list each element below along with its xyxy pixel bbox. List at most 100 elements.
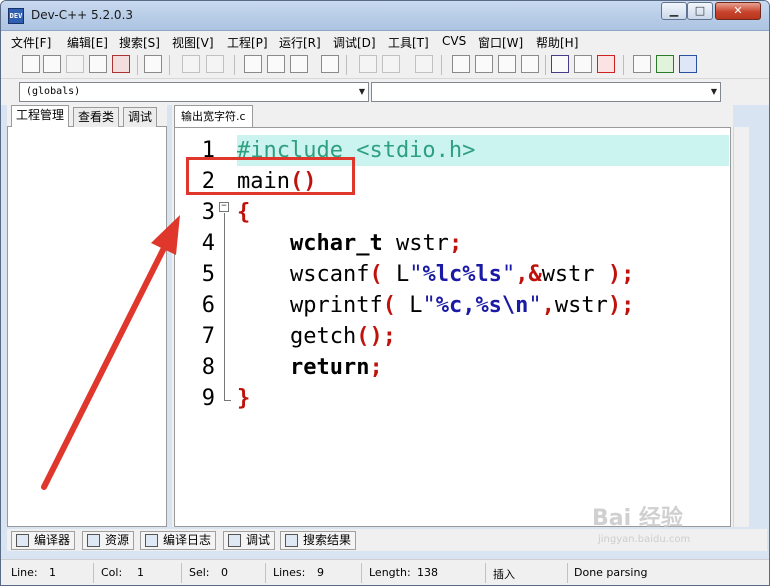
status-separator bbox=[567, 563, 568, 583]
compile-log-icon bbox=[145, 534, 158, 547]
code-token: ( bbox=[382, 293, 396, 318]
tab-resources-label: 资源 bbox=[105, 533, 130, 547]
minimize-button[interactable]: ▁ bbox=[661, 2, 687, 20]
save-all-icon[interactable] bbox=[89, 55, 107, 73]
class-browser-bar: (globals) ▼ ▼ bbox=[1, 79, 769, 105]
redo-icon[interactable] bbox=[206, 55, 224, 73]
check-syntax-icon[interactable] bbox=[551, 55, 569, 73]
code-token: wchar_t bbox=[289, 231, 383, 256]
scope-combo[interactable]: (globals) ▼ bbox=[19, 82, 369, 102]
save-icon[interactable] bbox=[66, 55, 84, 73]
line-number: 8 bbox=[201, 355, 215, 380]
tab-resources[interactable]: 资源 bbox=[82, 531, 135, 550]
code-line[interactable]: } bbox=[237, 383, 729, 414]
remove-from-project-icon[interactable] bbox=[679, 55, 697, 73]
tab-project-manager[interactable]: 工程管理 bbox=[11, 105, 70, 128]
toolbar-separator bbox=[137, 55, 138, 75]
menu-tools[interactable]: 工具[T] bbox=[388, 34, 429, 51]
app-window: DEV Dev-C++ 5.2.0.3 ▁ □ ✕ 文件[F] 编辑[E] 搜索… bbox=[0, 0, 770, 586]
window-title: Dev-C++ 5.2.0.3 bbox=[31, 8, 134, 22]
fold-collapse-icon[interactable]: − bbox=[219, 202, 229, 212]
back-icon[interactable] bbox=[359, 55, 377, 73]
close-button[interactable]: ✕ bbox=[715, 2, 761, 20]
tab-class-browser[interactable]: 查看类 bbox=[73, 107, 120, 127]
open-file-icon[interactable] bbox=[43, 55, 61, 73]
project-panel-tabs: 工程管理 查看类 调试 bbox=[7, 105, 167, 128]
new-file-icon[interactable] bbox=[22, 55, 40, 73]
code-token: wstr bbox=[382, 231, 449, 256]
menu-debug[interactable]: 调试[D] bbox=[333, 34, 376, 51]
scope-combo-value: (globals) bbox=[26, 86, 81, 97]
line-number: 5 bbox=[201, 262, 215, 287]
code-token: wprintf bbox=[237, 293, 383, 318]
tab-debug-output[interactable]: 调试 bbox=[223, 531, 276, 550]
find-icon[interactable] bbox=[244, 55, 262, 73]
tab-debug[interactable]: 调试 bbox=[123, 107, 158, 127]
line-number: 4 bbox=[201, 231, 215, 256]
menu-project[interactable]: 工程[P] bbox=[227, 34, 268, 51]
new-project-icon[interactable] bbox=[633, 55, 651, 73]
code-line[interactable]: { bbox=[237, 197, 729, 228]
close-file-icon[interactable] bbox=[112, 55, 130, 73]
forward-icon[interactable] bbox=[382, 55, 400, 73]
profile-icon[interactable] bbox=[574, 55, 592, 73]
line-number: 9 bbox=[201, 386, 215, 411]
code-token: ); bbox=[607, 293, 635, 318]
menu-edit[interactable]: 编辑[E] bbox=[67, 34, 108, 51]
code-token: L bbox=[382, 262, 410, 287]
tab-search-results[interactable]: 搜索结果 bbox=[280, 531, 357, 550]
code-token: L bbox=[395, 293, 423, 318]
debug-icon bbox=[228, 534, 241, 547]
project-tree[interactable] bbox=[7, 127, 167, 527]
title-bar[interactable]: DEV Dev-C++ 5.2.0.3 ▁ □ ✕ bbox=[1, 1, 769, 31]
code-token: " bbox=[409, 262, 423, 287]
maximize-button[interactable]: □ bbox=[687, 2, 713, 20]
toolbar-separator bbox=[623, 55, 624, 75]
menu-window[interactable]: 窗口[W] bbox=[478, 34, 523, 51]
tab-compiler[interactable]: 编译器 bbox=[11, 531, 76, 550]
compile-icon[interactable] bbox=[452, 55, 470, 73]
replace-icon[interactable] bbox=[267, 55, 285, 73]
rebuild-icon[interactable] bbox=[521, 55, 539, 73]
code-line[interactable]: wscanf( L"%lc%ls",&wstr ); bbox=[237, 259, 729, 290]
stop-icon[interactable] bbox=[597, 55, 615, 73]
menu-cvs[interactable]: CVS bbox=[442, 34, 466, 48]
goto-line-icon[interactable] bbox=[321, 55, 339, 73]
code-token: ); bbox=[607, 262, 635, 287]
tab-compile-log-label: 编译日志 bbox=[163, 533, 212, 547]
code-line[interactable]: wprintf( L"%c,%s\n",wstr); bbox=[237, 290, 729, 321]
find-next-icon[interactable] bbox=[290, 55, 308, 73]
print-icon[interactable] bbox=[144, 55, 162, 73]
code-line[interactable]: getch(); bbox=[237, 321, 729, 352]
compile-run-icon[interactable] bbox=[498, 55, 516, 73]
status-bar: Line: 1 Col: 1 Sel: 0 Lines: 9 Length: 1… bbox=[1, 559, 769, 585]
code-token: & bbox=[528, 262, 542, 287]
code-line[interactable]: wchar_t wstr; bbox=[237, 228, 729, 259]
undo-icon[interactable] bbox=[182, 55, 200, 73]
run-icon[interactable] bbox=[475, 55, 493, 73]
devcpp-app-icon[interactable]: DEV bbox=[8, 8, 24, 24]
tab-compile-log[interactable]: 编译日志 bbox=[140, 531, 217, 550]
tab-search-results-label: 搜索结果 bbox=[303, 533, 352, 547]
menu-run[interactable]: 运行[R] bbox=[279, 34, 321, 51]
menu-search[interactable]: 搜索[S] bbox=[119, 34, 160, 51]
vertical-scrollbar[interactable] bbox=[733, 127, 749, 527]
line-number: 6 bbox=[201, 293, 215, 318]
bookmark-icon[interactable] bbox=[415, 55, 433, 73]
toolbar-separator bbox=[234, 55, 235, 75]
status-col-value: 1 bbox=[137, 566, 144, 579]
menu-help[interactable]: 帮助[H] bbox=[536, 34, 578, 51]
member-combo[interactable]: ▼ bbox=[371, 82, 721, 102]
add-to-project-icon[interactable] bbox=[656, 55, 674, 73]
status-parse: Done parsing bbox=[574, 566, 648, 579]
code-line[interactable]: return; bbox=[237, 352, 729, 383]
menu-view[interactable]: 视图[V] bbox=[172, 34, 214, 51]
tab-debug-output-label: 调试 bbox=[246, 533, 271, 547]
code-token: getch bbox=[237, 324, 357, 349]
menu-file[interactable]: 文件[F] bbox=[11, 34, 51, 51]
project-panel: 工程管理 查看类 调试 bbox=[7, 105, 167, 527]
editor-tab[interactable]: 输出宽字符.c bbox=[174, 105, 253, 128]
fold-line bbox=[224, 213, 225, 401]
